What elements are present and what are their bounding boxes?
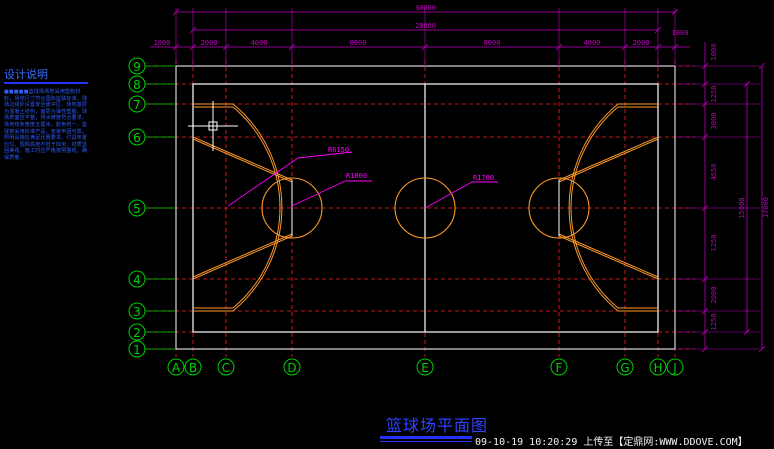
design-notes: 设计说明 ■■■■■篮球场场地采用塑胶材料，场地尺寸符合国际篮联标准，球场边线外…	[4, 68, 88, 162]
key-lane-left	[192, 136, 293, 280]
dim-segment-label-6: 2000	[633, 39, 650, 47]
row-label-6: 6	[133, 131, 141, 145]
axis-grid-lines	[147, 60, 695, 357]
col-label-G: G	[620, 361, 629, 375]
radius-label-center: R1700	[473, 174, 494, 182]
dim-right-label-5: 2000	[710, 287, 718, 304]
col-label-B: B	[189, 361, 197, 375]
row-label-5: 5	[133, 202, 141, 216]
design-notes-title: 设计说明	[4, 68, 88, 84]
dim-right-label-0: 1000	[710, 44, 718, 61]
dim-segment-label-3: 8000	[350, 39, 367, 47]
dim-right-label-3: 4550	[710, 164, 718, 181]
dim-segment-label-0: 1000	[154, 39, 171, 47]
design-notes-body: ■■■■■篮球场场地采用塑胶材料，场地尺寸符合国际篮联标准，球场边线外设置安全缓…	[4, 89, 88, 161]
col-label-E: E	[421, 361, 429, 375]
crosshair-cursor-icon	[188, 101, 238, 151]
dim-right-outer-label: 17000	[762, 197, 770, 218]
col-label-J: J	[672, 361, 677, 375]
row-label-3: 3	[133, 305, 141, 319]
key-lane-left	[192, 138, 293, 278]
dim-right-label-2: 3000	[710, 113, 718, 130]
row-label-1: 1	[133, 343, 141, 357]
upload-stamp: 09-10-19 10:20:29 上传至【定鼎网:WWW.DDOVE.COM】	[475, 437, 748, 448]
col-label-H: H	[653, 361, 662, 375]
key-lane-right	[558, 138, 659, 278]
dim-right-label-6: 1250	[710, 314, 718, 331]
three-point-line-right	[568, 103, 658, 312]
dim-segment-label-1: 2000	[201, 39, 218, 47]
row-label-4: 4	[133, 273, 141, 287]
col-label-A: A	[172, 361, 181, 375]
col-label-D: D	[287, 361, 296, 375]
leader-center	[424, 181, 473, 209]
dim-right-label-1: 1250	[710, 86, 718, 103]
dim-right-inner-label: 15000	[738, 197, 746, 218]
title-underline-thin	[380, 441, 472, 442]
dim-segment-label-5: 4000	[584, 39, 601, 47]
dim-segment-label-4: 8000	[484, 39, 501, 47]
leader-free-throw	[291, 180, 346, 207]
radius-label-free-throw: R1800	[346, 172, 367, 180]
dim-inner-label: 28000	[415, 22, 436, 30]
radius-labels: R6150 R1800 R1700	[227, 146, 498, 209]
drawing-canvas: 30000 28000 1000 2000 4000 8000 8000 4000 2000 10…	[128, 4, 770, 376]
row-label-2: 2	[133, 326, 141, 340]
axis-bubbles: 9 8 7 6 5 4 3 2 1 A B C D E F G H J	[128, 57, 684, 376]
key-lane-right	[558, 136, 659, 280]
dimension-lines: 30000 28000 1000 2000 4000 8000 8000 4000 2000 10…	[150, 4, 770, 353]
title-underline	[380, 436, 472, 439]
row-label-7: 7	[133, 98, 141, 112]
drawing-title: 篮球场平面图	[386, 416, 489, 435]
row-label-9: 9	[133, 60, 141, 74]
col-label-C: C	[222, 361, 230, 375]
radius-label-three-point: R6150	[328, 146, 349, 154]
dim-segment-label-7: 1000	[672, 29, 689, 37]
row-label-8: 8	[133, 78, 141, 92]
dim-right-label-4: 1250	[710, 235, 718, 252]
dim-overall-label: 30000	[415, 4, 436, 12]
dim-segment-label-2: 4000	[251, 39, 268, 47]
col-label-F: F	[556, 361, 563, 375]
three-point-line-left	[193, 103, 283, 312]
